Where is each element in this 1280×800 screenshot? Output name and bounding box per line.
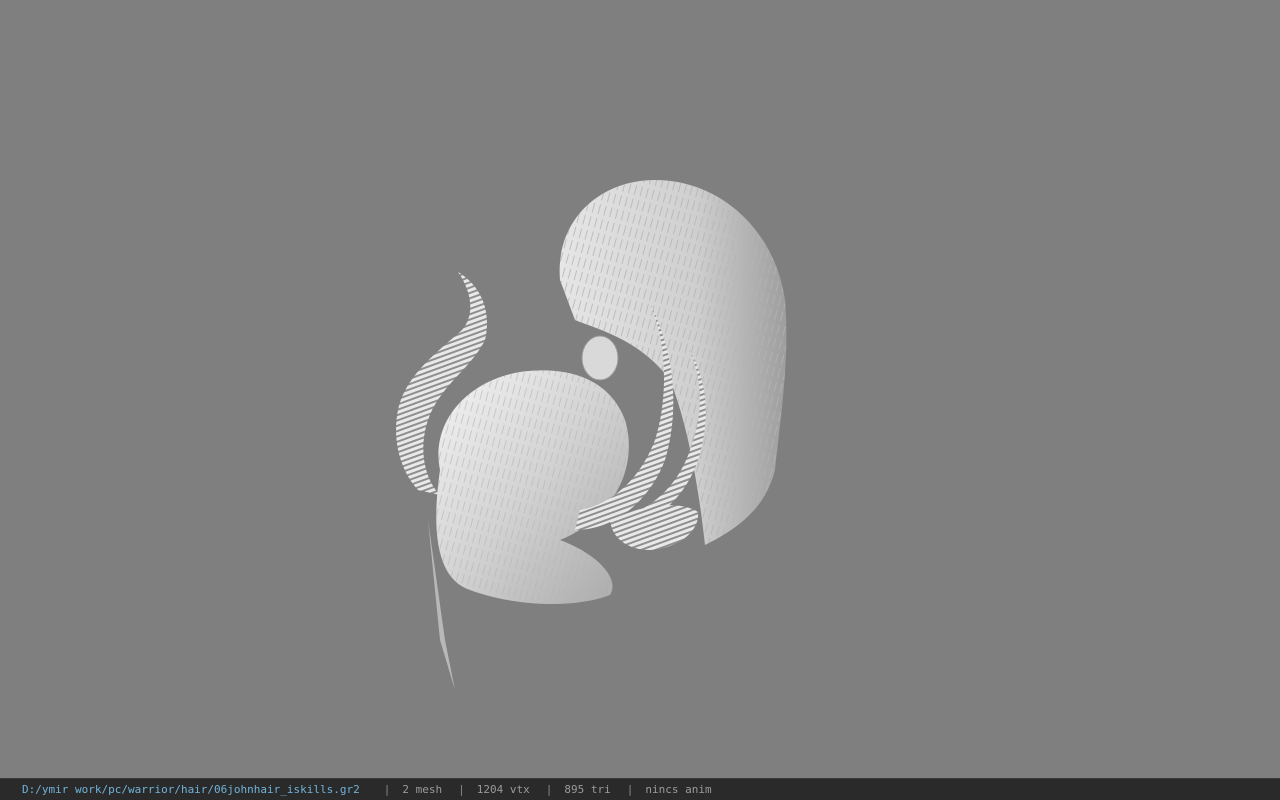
separator: | bbox=[545, 783, 553, 796]
animation-status: nincs anim bbox=[645, 783, 712, 796]
model-viewport[interactable] bbox=[0, 0, 1280, 778]
head-hair-mesh bbox=[428, 370, 629, 690]
separator: | bbox=[626, 783, 634, 796]
vertex-count: 1204 vtx bbox=[476, 783, 530, 796]
separator: | bbox=[383, 783, 391, 796]
mesh-count: 2 mesh bbox=[402, 783, 443, 796]
triangle-count: 895 tri bbox=[564, 783, 611, 796]
separator: | bbox=[458, 783, 465, 796]
status-bar: D:/ymir work/pc/warrior/hair/06johnhair_… bbox=[0, 778, 1280, 800]
hair-model-render bbox=[396, 180, 787, 690]
file-path: D:/ymir work/pc/warrior/hair/06johnhair_… bbox=[22, 783, 360, 796]
